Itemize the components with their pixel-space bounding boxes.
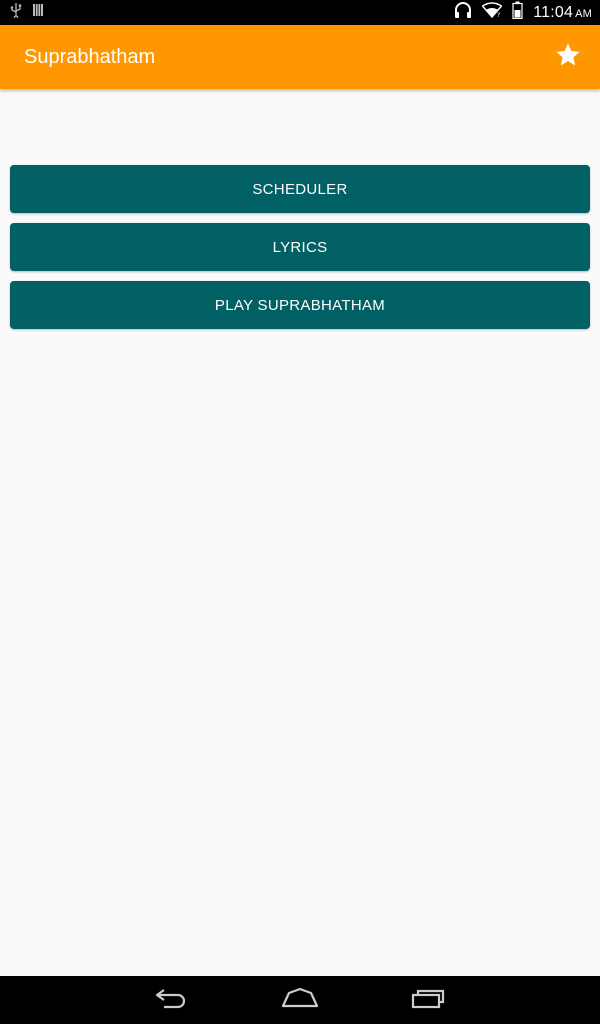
status-clock: 11:04 AM [533,4,592,22]
status-right-icons: ? 11:04 AM [454,0,592,25]
storage-icon [32,3,44,22]
recent-apps-button[interactable] [388,976,468,1024]
play-suprabhatham-button[interactable]: PLAY SUPRABHATHAM [10,281,590,329]
navigation-bar [0,976,600,1024]
scheduler-button[interactable]: SCHEDULER [10,165,590,213]
status-left-icons [10,3,44,22]
recent-apps-icon [410,987,446,1014]
clock-time: 11:04 [533,3,574,21]
main-content: SCHEDULER LYRICS PLAY SUPRABHATHAM [0,89,600,976]
home-icon [281,987,319,1014]
star-icon [554,41,582,74]
status-bar: ? 11:04 AM [0,0,600,25]
wifi-icon: ? [481,2,503,23]
app-title: Suprabhatham [24,46,156,68]
svg-text:?: ? [497,12,500,18]
battery-icon [512,1,523,24]
headset-icon [454,1,472,24]
back-button[interactable] [132,976,212,1024]
usb-icon [10,2,22,23]
app-bar: Suprabhatham [0,25,600,89]
favorite-button[interactable] [550,39,586,75]
back-icon [154,987,190,1014]
home-button[interactable] [260,976,340,1024]
lyrics-button[interactable]: LYRICS [10,223,590,271]
clock-ampm: AM [575,7,592,20]
